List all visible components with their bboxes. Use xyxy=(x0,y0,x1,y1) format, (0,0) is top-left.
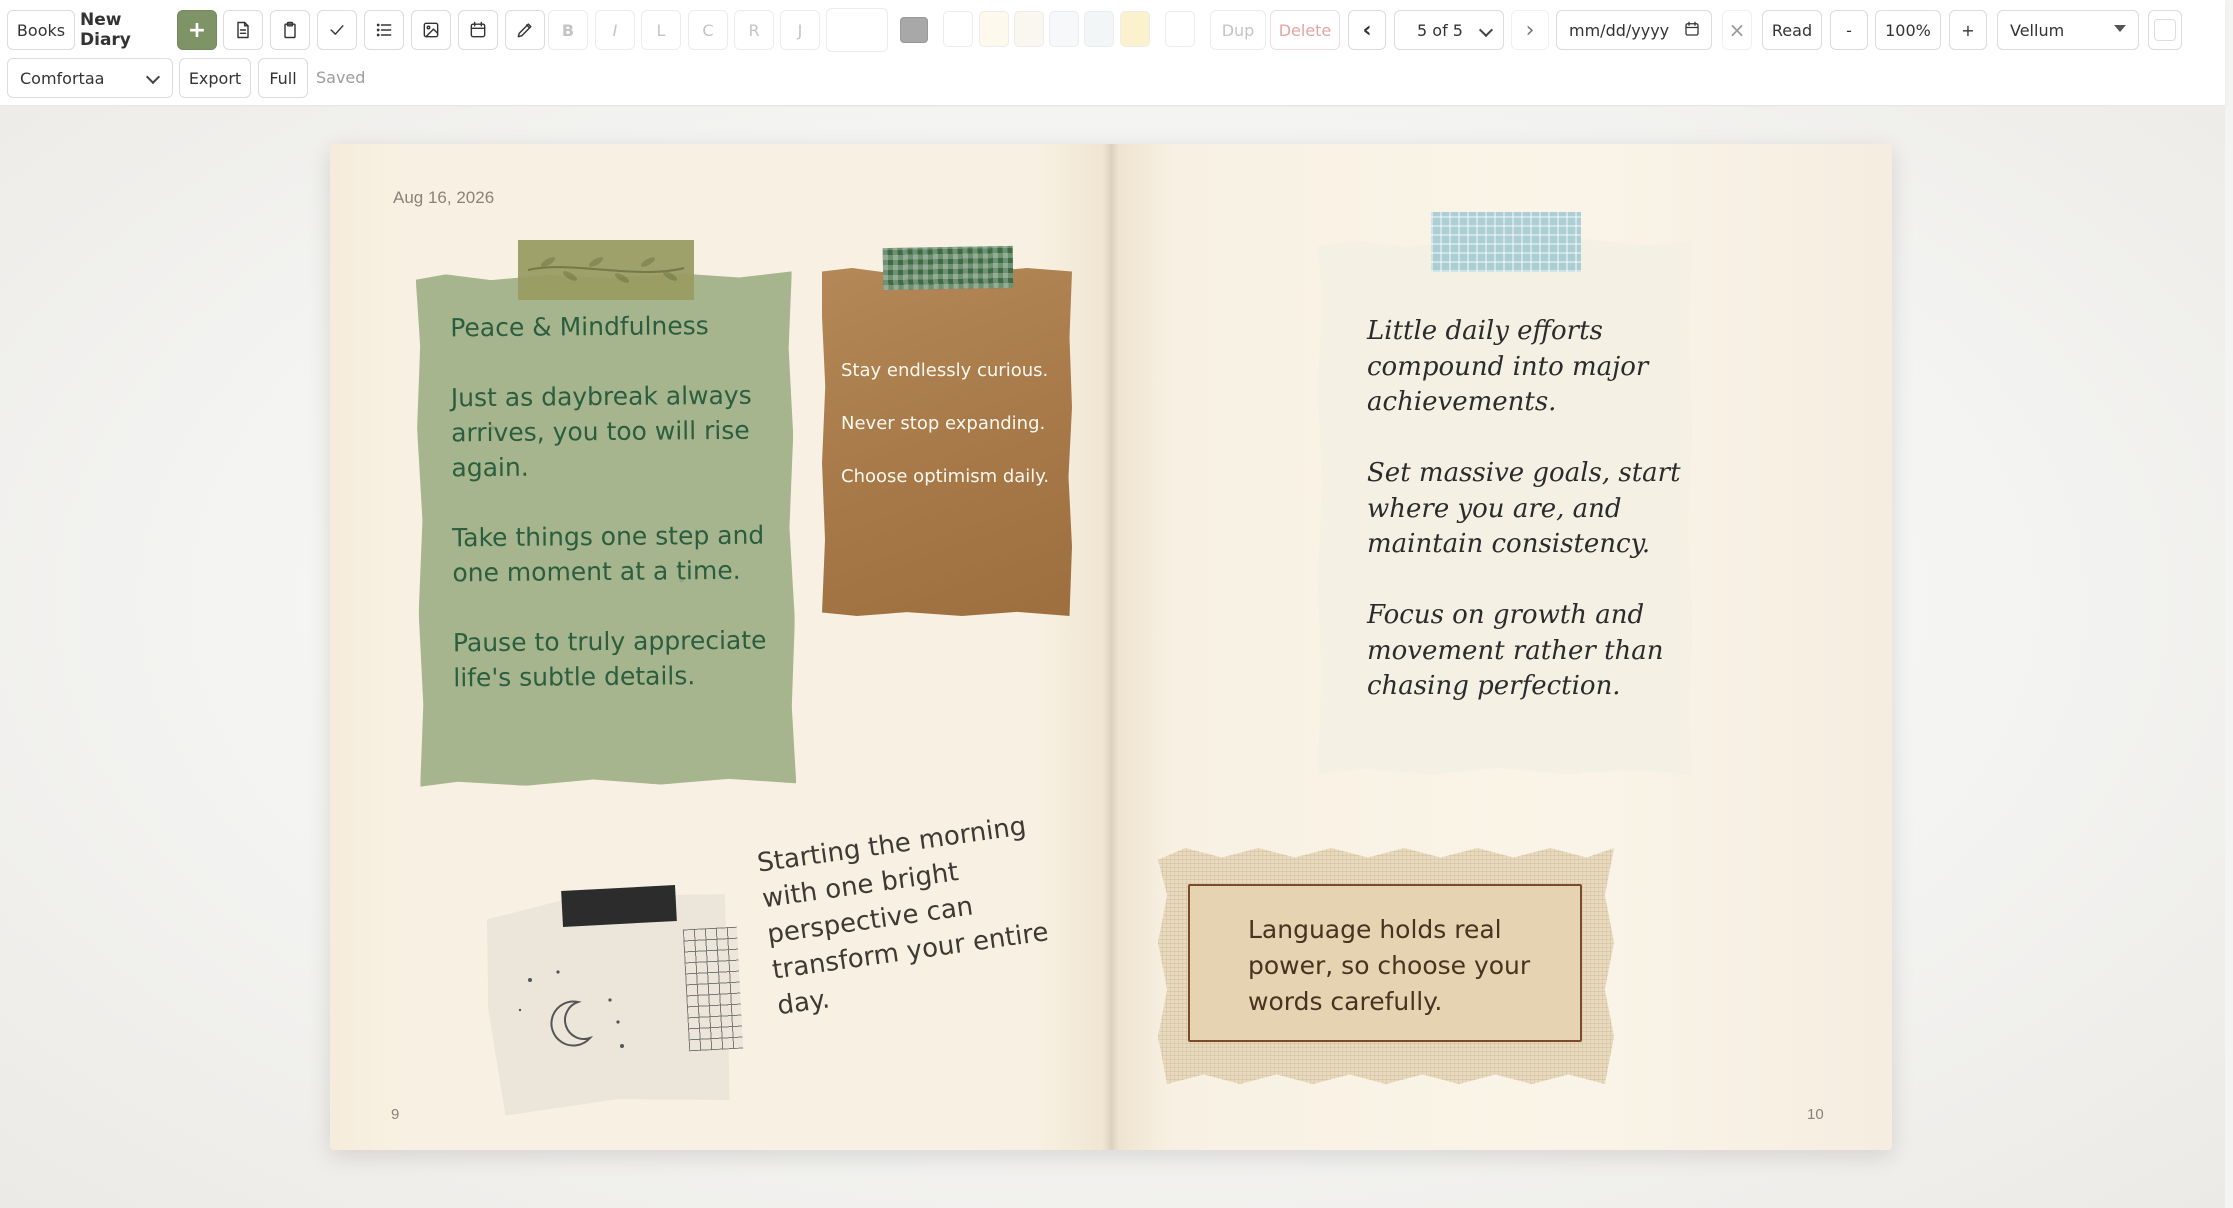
page-indicator: 5 of 5 xyxy=(1417,20,1463,40)
paper-swatch-3[interactable] xyxy=(1014,11,1044,47)
grid-paper-scrap xyxy=(682,926,744,1052)
align-left-button[interactable]: L xyxy=(641,10,681,50)
duplicate-button[interactable]: Dup xyxy=(1210,10,1266,50)
page-select[interactable]: 5 of 5 xyxy=(1394,10,1504,50)
paper-swatch-1[interactable] xyxy=(943,11,973,47)
calendar-icon xyxy=(470,21,486,38)
blue-grid-washi-tape xyxy=(1431,212,1581,272)
font-family-value: Comfortaa xyxy=(20,68,105,88)
save-status: Saved xyxy=(316,68,366,87)
zoom-out-button[interactable]: - xyxy=(1830,10,1868,50)
pen-icon xyxy=(517,23,532,38)
left-page-number: 9 xyxy=(391,1106,400,1123)
clipboard-icon xyxy=(284,21,296,39)
cream-note-text[interactable]: Little daily efforts compound into major… xyxy=(1367,314,1687,705)
new-page-button[interactable] xyxy=(223,10,263,50)
paper-swatch-6[interactable] xyxy=(1120,11,1150,47)
align-center-button[interactable]: C xyxy=(688,10,728,50)
paper-swatch-7[interactable] xyxy=(1165,11,1195,47)
chevron-down-icon xyxy=(145,69,161,85)
star-dots-icon xyxy=(518,970,624,1048)
image-icon xyxy=(423,22,439,38)
leaf-pattern-icon xyxy=(527,257,685,283)
text-color-picker[interactable] xyxy=(900,17,928,43)
italic-button[interactable]: I xyxy=(595,10,635,50)
green-note-text[interactable]: Peace & Mindfulness Just as daybreak alw… xyxy=(450,307,783,695)
add-page-button[interactable]: + xyxy=(177,10,217,50)
kraft-note-text[interactable]: Stay endlessly curious. Never stop expan… xyxy=(841,344,1071,503)
toolbar: Books New Diary + B I L C R J Dup Delete… xyxy=(0,0,2225,106)
book-spine xyxy=(1103,144,1119,1150)
align-justify-button[interactable]: J xyxy=(780,10,820,50)
date-input[interactable]: mm/dd/yyyy xyxy=(1556,10,1712,50)
zoom-in-button[interactable]: + xyxy=(1949,10,1987,50)
paper-style-value: Vellum xyxy=(2010,20,2065,40)
cream-paper-note[interactable]: Little daily efforts compound into major… xyxy=(1318,239,1692,774)
diary-title: New Diary xyxy=(80,10,131,50)
books-button[interactable]: Books xyxy=(7,10,75,50)
black-washi-tape xyxy=(561,885,677,927)
font-size-input[interactable] xyxy=(826,8,888,52)
chevron-down-icon xyxy=(1478,22,1494,38)
calendar-button[interactable] xyxy=(458,10,498,50)
paper-style-select[interactable]: Vellum xyxy=(1997,10,2139,50)
background-color-picker[interactable] xyxy=(2148,10,2182,50)
next-page-button[interactable]: › xyxy=(1511,10,1549,50)
fabric-note-text[interactable]: Language holds real power, so choose you… xyxy=(1248,912,1568,1020)
green-paper-note[interactable]: Peace & Mindfulness Just as daybreak alw… xyxy=(416,271,796,786)
list-icon xyxy=(376,23,392,37)
checklist-button[interactable] xyxy=(317,10,357,50)
paper-swatch-4[interactable] xyxy=(1049,11,1079,47)
list-button[interactable] xyxy=(364,10,404,50)
right-page-number: 10 xyxy=(1807,1106,1824,1123)
kraft-paper-note[interactable]: Stay endlessly curious. Never stop expan… xyxy=(822,268,1072,616)
delete-button[interactable]: Delete xyxy=(1270,10,1340,50)
align-right-button[interactable]: R xyxy=(734,10,774,50)
font-family-select[interactable]: Comfortaa xyxy=(7,58,173,98)
calendar-icon xyxy=(1685,21,1699,36)
prev-page-button[interactable]: ‹ xyxy=(1348,10,1386,50)
color-swatch-icon xyxy=(2154,19,2176,41)
bold-button[interactable]: B xyxy=(548,10,588,50)
date-placeholder: mm/dd/yyyy xyxy=(1569,20,1670,40)
draw-button[interactable] xyxy=(505,10,545,50)
export-button[interactable]: Export xyxy=(179,58,251,98)
fullscreen-button[interactable]: Full xyxy=(258,58,308,98)
page-icon xyxy=(237,21,249,39)
insert-image-button[interactable] xyxy=(411,10,451,50)
read-mode-button[interactable]: Read xyxy=(1762,10,1822,50)
dropdown-arrow-icon xyxy=(2114,25,2126,32)
fabric-patch-note[interactable]: Language holds real power, so choose you… xyxy=(1158,848,1614,1084)
paper-swatch-5[interactable] xyxy=(1084,11,1114,47)
paper-swatch-2[interactable] xyxy=(979,11,1009,47)
olive-washi-tape xyxy=(518,240,694,300)
paste-button[interactable] xyxy=(270,10,310,50)
zoom-level: 100% xyxy=(1875,10,1941,50)
check-icon xyxy=(330,25,344,35)
gingham-washi-tape xyxy=(882,245,1014,291)
stitched-frame: Language holds real power, so choose you… xyxy=(1188,884,1582,1042)
page-date: Aug 16, 2026 xyxy=(393,188,495,207)
clear-date-button[interactable]: × xyxy=(1722,10,1752,50)
